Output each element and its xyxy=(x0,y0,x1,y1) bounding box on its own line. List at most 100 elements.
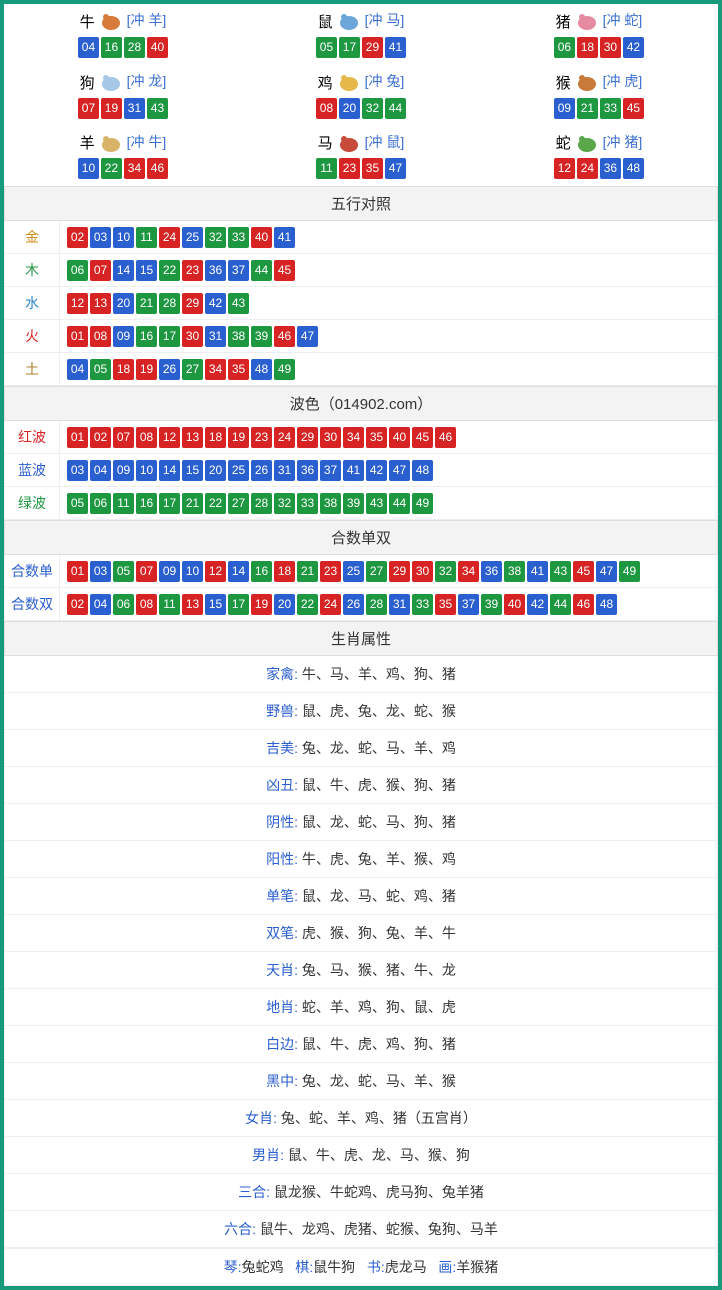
ball-02: 02 xyxy=(67,594,88,615)
ball-26: 26 xyxy=(159,359,180,380)
ball-32: 32 xyxy=(205,227,226,248)
attr-row: 单笔: 鼠、龙、马、蛇、鸡、猪 xyxy=(5,878,718,915)
ball-06: 06 xyxy=(113,594,134,615)
attr-label: 吉美: xyxy=(266,740,298,756)
ball-16: 16 xyxy=(136,326,157,347)
ball-44: 44 xyxy=(385,98,406,119)
row-balls: 0102070812131819232429303435404546 xyxy=(60,421,718,454)
zodiac-name: 鸡 xyxy=(318,72,333,93)
row-balls: 03040910141520252631363741424748 xyxy=(60,454,718,487)
attr-value: 鼠、牛、虎、鸡、狗、猪 xyxy=(302,1036,456,1052)
attr-value: 鼠、虎、兔、龙、蛇、猴 xyxy=(302,703,456,719)
ball-03: 03 xyxy=(90,227,111,248)
ball-12: 12 xyxy=(159,427,180,448)
ball-30: 30 xyxy=(600,37,621,58)
ball-08: 08 xyxy=(136,427,157,448)
attr-value: 鼠、龙、蛇、马、狗、猪 xyxy=(302,814,456,830)
row-label: 绿波 xyxy=(5,487,60,520)
attr-label: 阳性: xyxy=(266,851,298,867)
row-balls: 02031011242532334041 xyxy=(60,221,718,254)
ball-16: 16 xyxy=(251,561,272,582)
ball-11: 11 xyxy=(113,493,134,514)
wuxing-title: 五行对照 xyxy=(5,187,718,221)
zodiac-name: 马 xyxy=(318,132,333,153)
attr-row: 地肖: 蛇、羊、鸡、狗、鼠、虎 xyxy=(5,989,718,1026)
ball-29: 29 xyxy=(362,37,383,58)
attr-row: 男肖: 鼠、牛、虎、龙、马、猴、狗 xyxy=(5,1137,718,1174)
ball-31: 31 xyxy=(389,594,410,615)
zodiac-鼠: 鼠 [冲 马] 05172941 xyxy=(242,4,480,65)
fourarts-val: 兔蛇鸡 xyxy=(242,1259,284,1275)
ball-31: 31 xyxy=(124,98,145,119)
ball-48: 48 xyxy=(251,359,272,380)
ball-30: 30 xyxy=(320,427,341,448)
ball-42: 42 xyxy=(527,594,548,615)
heshu-table: 合数单双 合数单01030507091012141618212325272930… xyxy=(4,520,718,621)
attr-value: 鼠、牛、虎、龙、马、猴、狗 xyxy=(288,1147,470,1163)
zodiac-name: 鼠 xyxy=(318,11,333,32)
row-label: 合数单 xyxy=(5,555,60,588)
zodiac-name: 牛 xyxy=(80,11,95,32)
attr-value: 牛、马、羊、鸡、狗、猪 xyxy=(302,666,456,682)
attr-row: 天肖: 兔、马、猴、猪、牛、龙 xyxy=(5,952,718,989)
ball-17: 17 xyxy=(228,594,249,615)
zodiac-clash: [冲 虎] xyxy=(603,73,643,89)
ball-row: 07193143 xyxy=(4,97,242,120)
ball-17: 17 xyxy=(159,493,180,514)
row-label: 金 xyxy=(5,221,60,254)
ball-18: 18 xyxy=(205,427,226,448)
ball-33: 33 xyxy=(228,227,249,248)
row-label: 红波 xyxy=(5,421,60,454)
zodiac-clash: [冲 马] xyxy=(365,12,405,28)
ball-47: 47 xyxy=(596,561,617,582)
ball-29: 29 xyxy=(297,427,318,448)
attr-value: 鼠、龙、马、蛇、鸡、猪 xyxy=(302,888,456,904)
ball-18: 18 xyxy=(274,561,295,582)
ball-04: 04 xyxy=(90,594,111,615)
table-row: 土04051819262734354849 xyxy=(5,353,718,386)
ball-07: 07 xyxy=(78,98,99,119)
zodiac-clash: [冲 兔] xyxy=(365,73,405,89)
zodiac-猴: 猴[冲 虎]09213345 xyxy=(480,65,718,126)
ball-27: 27 xyxy=(366,561,387,582)
ball-09: 09 xyxy=(554,98,575,119)
ball-08: 08 xyxy=(136,594,157,615)
ball-10: 10 xyxy=(78,158,99,179)
row-balls: 0103050709101214161821232527293032343638… xyxy=(60,555,718,588)
attr-label: 天肖: xyxy=(266,962,298,978)
attr-value: 蛇、羊、鸡、狗、鼠、虎 xyxy=(302,999,456,1015)
row-balls: 0204060811131517192022242628313335373940… xyxy=(60,588,718,621)
table-row: 合数单0103050709101214161821232527293032343… xyxy=(5,555,718,588)
table-row: 蓝波03040910141520252631363741424748 xyxy=(5,454,718,487)
fourarts-val: 羊猴猪 xyxy=(456,1259,498,1275)
ball-25: 25 xyxy=(182,227,203,248)
ball-20: 20 xyxy=(274,594,295,615)
ball-row: 12243648 xyxy=(480,157,718,180)
ball-47: 47 xyxy=(385,158,406,179)
ball-36: 36 xyxy=(481,561,502,582)
ball-18: 18 xyxy=(577,37,598,58)
ball-18: 18 xyxy=(113,359,134,380)
attr-row: 家禽: 牛、马、羊、鸡、狗、猪 xyxy=(5,656,718,693)
attr-label: 阴性: xyxy=(266,814,298,830)
ball-42: 42 xyxy=(205,293,226,314)
ball-row: 05172941 xyxy=(242,36,480,59)
ball-24: 24 xyxy=(577,158,598,179)
zodiac-name: 羊 xyxy=(80,132,95,153)
zodiac-icon xyxy=(97,133,125,153)
ball-02: 02 xyxy=(90,427,111,448)
ball-22: 22 xyxy=(159,260,180,281)
attr-row: 黑中: 兔、龙、蛇、马、羊、猴 xyxy=(5,1063,718,1100)
ball-21: 21 xyxy=(577,98,598,119)
ball-24: 24 xyxy=(320,594,341,615)
row-balls: 1213202128294243 xyxy=(60,287,718,320)
ball-19: 19 xyxy=(251,594,272,615)
bose-title: 波色（014902.com） xyxy=(5,387,718,421)
fourarts-key: 书: xyxy=(367,1259,385,1275)
ball-03: 03 xyxy=(67,460,88,481)
ball-11: 11 xyxy=(316,158,337,179)
row-label: 火 xyxy=(5,320,60,353)
attr-value: 兔、龙、蛇、马、羊、鸡 xyxy=(302,740,456,756)
attr-label: 野兽: xyxy=(266,703,298,719)
ball-44: 44 xyxy=(251,260,272,281)
